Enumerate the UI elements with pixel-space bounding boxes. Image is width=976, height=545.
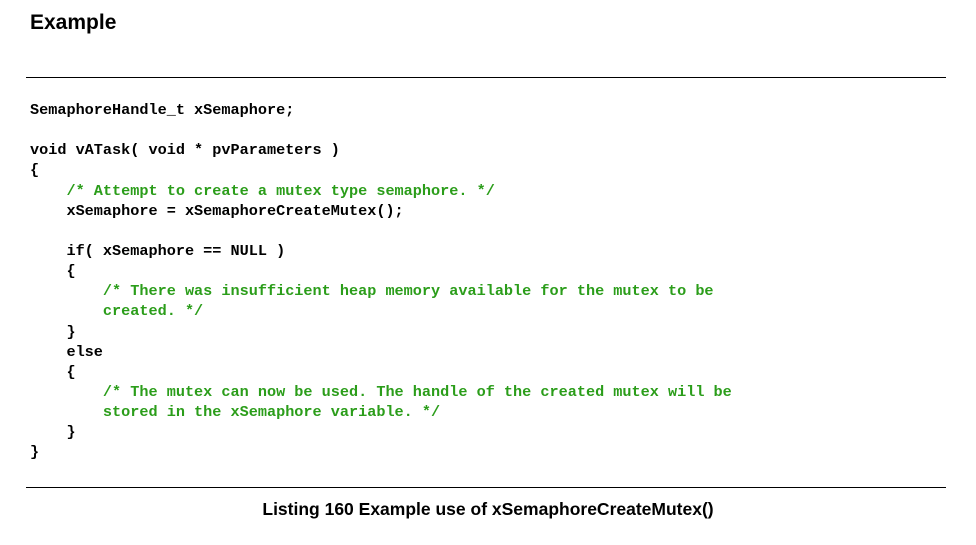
- code-line: SemaphoreHandle_t xSemaphore;: [30, 101, 295, 119]
- code-line: {: [30, 262, 76, 281]
- code-line: {: [30, 362, 76, 381]
- code-comment-line: /* Attempt to create a mutex type semaph…: [30, 181, 495, 200]
- code-listing: SemaphoreHandle_t xSemaphore; void vATask…: [30, 100, 732, 463]
- code-line: if( xSemaphore == NULL ): [30, 241, 286, 260]
- code-line: }: [30, 423, 76, 442]
- code-line: void vATask( void * pvParameters ): [30, 141, 340, 160]
- code-comment-line: created. */: [30, 302, 204, 321]
- listing-caption: Listing 160 Example use of xSemaphoreCre…: [262, 499, 714, 519]
- section-title: Example: [30, 11, 117, 34]
- top-divider: [26, 77, 946, 78]
- code-line: xSemaphore = xSemaphoreCreateMutex();: [30, 201, 404, 220]
- code-comment-line: stored in the xSemaphore variable. */: [30, 403, 441, 422]
- bottom-divider: [26, 487, 946, 488]
- code-line: }: [30, 322, 76, 341]
- code-line: }: [30, 443, 40, 462]
- code-line: {: [30, 161, 40, 180]
- code-comment-line: /* The mutex can now be used. The handle…: [30, 382, 732, 401]
- code-line: else: [30, 342, 103, 361]
- code-comment-line: /* There was insufficient heap memory av…: [30, 282, 714, 301]
